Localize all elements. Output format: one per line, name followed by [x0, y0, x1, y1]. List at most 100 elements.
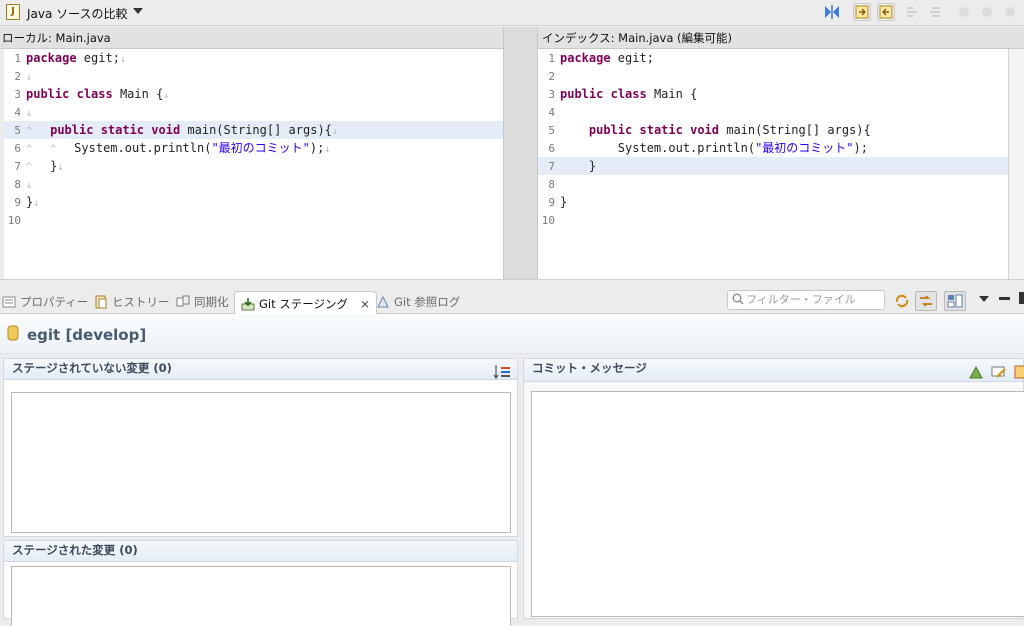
code-line[interactable]: 7 ^ }↓	[4, 157, 503, 175]
code-text: ^ }↓	[26, 157, 63, 177]
code-line[interactable]: 10	[538, 211, 1008, 229]
search-icon	[732, 293, 744, 311]
code-text: public static void main(String[] args){	[560, 121, 871, 139]
whitespace-marker: ↓	[26, 180, 33, 191]
previous-change-icon[interactable]	[978, 3, 996, 21]
close-icon[interactable]: ⨯	[360, 294, 370, 314]
history-icon	[94, 295, 108, 309]
keyword-token: package	[560, 51, 611, 65]
code-text: System.out.println("最初のコミット");	[560, 139, 868, 157]
link-with-selection-icon[interactable]	[915, 291, 937, 311]
code-line[interactable]: 2 ↓	[4, 67, 503, 85]
copy-current-change-icon[interactable]	[877, 3, 895, 21]
code-text: ^ public static void main(String[] args)…	[26, 121, 338, 141]
code-line[interactable]: 4 ↓	[4, 103, 503, 121]
previous-difference-icon[interactable]	[926, 3, 944, 21]
code-line[interactable]: 9}↓	[4, 193, 503, 211]
filter-files-input[interactable]: フィルター・ファイル	[727, 290, 885, 310]
view-menu-icon[interactable]	[979, 296, 989, 302]
staging-repository-header: egit [develop]	[0, 314, 1024, 354]
right-pane-header: インデックス: Main.java (編集可能)	[538, 27, 1024, 49]
tab-history[interactable]: ヒストリー	[94, 291, 170, 313]
code-line[interactable]: 9}	[538, 193, 1008, 211]
commit-message-textarea[interactable]	[531, 391, 1024, 617]
code-line[interactable]: 2	[538, 67, 1008, 85]
code-text: ↓	[26, 103, 32, 123]
vertical-scrollbar[interactable]	[1008, 49, 1024, 279]
java-file-icon: J	[6, 4, 20, 20]
line-number: 1	[548, 52, 555, 65]
tab-git-staging[interactable]: Git ステージング ⨯	[234, 291, 378, 316]
code-line[interactable]: 10	[4, 211, 503, 229]
right-code-editor[interactable]: 1 package egit; 2 3 public class Main {4 5 pu…	[538, 49, 1008, 279]
code-line[interactable]: 8 ↓	[4, 175, 503, 193]
staged-files-list[interactable]	[11, 566, 511, 626]
staged-changes-panel	[3, 562, 518, 626]
merge-icon[interactable]	[1001, 3, 1019, 21]
keyword-token: public	[26, 87, 70, 101]
line-number: 10	[7, 214, 21, 227]
whitespace-marker: ↓	[331, 126, 338, 137]
compare-editor-toolbar: J Java ソースの比較	[0, 0, 1024, 26]
code-line[interactable]: 6 ^ ^ System.out.println("最初のコミット");↓	[4, 139, 503, 157]
repository-icon	[7, 325, 19, 344]
keyword-token: class	[610, 87, 647, 101]
unstaged-files-list[interactable]	[11, 392, 511, 533]
string-token: "最初のコミット"	[755, 141, 854, 155]
line-number: 9	[548, 196, 555, 209]
next-change-icon[interactable]	[955, 3, 973, 21]
code-line[interactable]: 1 package egit;	[538, 49, 1008, 67]
copy-all-right-to-left-icon[interactable]	[853, 3, 871, 21]
minimize-icon[interactable]	[999, 297, 1010, 300]
tab-label: ヒストリー	[112, 295, 170, 309]
ignore-whitespace-icon[interactable]	[823, 3, 841, 21]
tab-label: 同期化	[194, 295, 229, 309]
code-line[interactable]: 5 public static void main(String[] args)…	[538, 121, 1008, 139]
view-splitter[interactable]	[0, 279, 1024, 287]
whitespace-marker: ↓	[119, 54, 126, 65]
code-text: }↓	[26, 193, 39, 213]
whitespace-marker: ↓	[324, 144, 331, 155]
left-code-editor[interactable]: 1 package egit;↓ 2 ↓ 3 public class Main {↓ 4 ↓…	[4, 49, 503, 279]
code-line[interactable]: 3 public class Main {	[538, 85, 1008, 103]
code-line[interactable]: 4	[538, 103, 1008, 121]
properties-icon	[2, 295, 16, 309]
tab-label: Git 参照ログ	[394, 295, 461, 309]
line-number: 5	[14, 124, 21, 137]
next-difference-icon[interactable]	[903, 3, 921, 21]
whitespace-marker: ^	[26, 162, 51, 173]
code-token: main(String[] args){	[180, 123, 332, 137]
code-line[interactable]: 1 package egit;↓	[4, 49, 503, 67]
code-line[interactable]: 5 ^ public static void main(String[] args…	[4, 121, 503, 139]
tab-properties[interactable]: プロパティー	[2, 291, 88, 313]
refresh-icon[interactable]	[893, 292, 911, 310]
keyword-token: static	[639, 123, 683, 137]
code-line[interactable]: 8	[538, 175, 1008, 193]
whitespace-marker: ↓	[57, 162, 64, 173]
chevron-down-icon[interactable]	[133, 8, 143, 14]
line-number: 2	[548, 70, 555, 83]
code-token: );	[853, 141, 868, 155]
code-text: package egit;↓	[26, 49, 126, 69]
maximize-icon[interactable]	[1019, 292, 1024, 304]
code-line[interactable]: 6 System.out.println("最初のコミット");	[538, 139, 1008, 157]
git-reflog-icon	[376, 295, 390, 309]
keyword-token: void	[690, 123, 719, 137]
code-token: egit;	[76, 51, 120, 65]
tab-git-reflog[interactable]: Git 参照ログ	[376, 291, 460, 313]
unstaged-changes-header: ステージされていない変更 (0)	[3, 358, 518, 380]
whitespace-marker: ↓	[33, 198, 40, 209]
tab-label: プロパティー	[20, 295, 89, 309]
line-number: 8	[14, 178, 21, 191]
tab-synchronize[interactable]: 同期化	[176, 291, 229, 313]
code-line[interactable]: 3 public class Main {↓	[4, 85, 503, 103]
column-layout-icon[interactable]	[944, 291, 966, 311]
git-staging-icon	[241, 297, 255, 311]
tab-label: Git ステージング	[259, 297, 349, 311]
line-number: 7	[14, 160, 21, 173]
repository-title: egit [develop]	[27, 326, 147, 344]
code-line[interactable]: 7 }	[538, 157, 1008, 175]
